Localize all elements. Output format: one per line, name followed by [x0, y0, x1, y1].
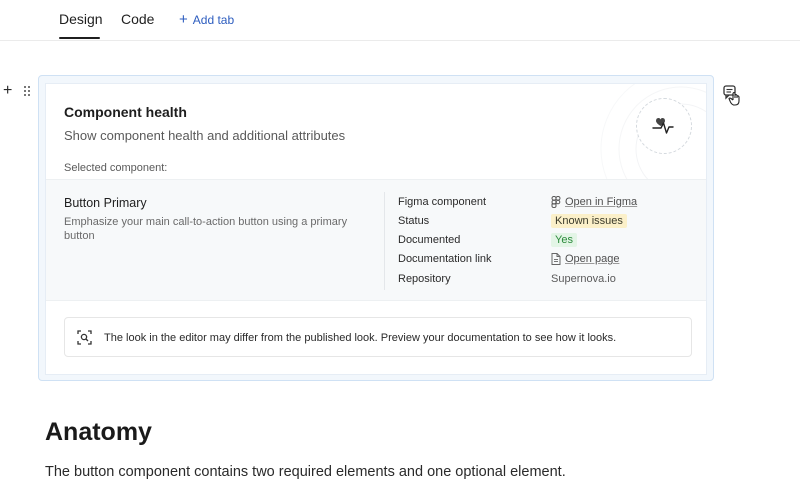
- component-name: Button Primary: [64, 196, 147, 210]
- attribute-key: Status: [398, 215, 430, 227]
- anatomy-heading: Anatomy: [45, 418, 152, 446]
- component-health-card[interactable]: Component health Show component health a…: [45, 83, 707, 375]
- plus-icon: +: [179, 11, 188, 28]
- attribute-row-status: Status Known issues: [398, 214, 698, 231]
- active-tab-indicator: [59, 37, 100, 39]
- attribute-row-doc-link: Documentation link Open page: [398, 253, 698, 269]
- component-description: Emphasize your main call-to-action butto…: [64, 216, 348, 242]
- add-block-icon[interactable]: +: [3, 83, 12, 99]
- attribute-row-documented: Documented Yes: [398, 233, 698, 250]
- open-page-link[interactable]: Open page: [565, 253, 619, 265]
- card-title: Component health: [64, 104, 187, 120]
- status-badge: Known issues: [551, 214, 627, 228]
- documented-badge: Yes: [551, 233, 577, 247]
- tab-bar: Design Code + Add tab: [0, 0, 800, 41]
- attribute-key: Documented: [398, 234, 461, 246]
- attribute-key: Repository: [398, 273, 451, 285]
- attribute-row-repository: Repository Supernova.io: [398, 273, 698, 289]
- add-tab-button[interactable]: + Add tab: [179, 11, 235, 28]
- repository-value: Supernova.io: [551, 273, 616, 285]
- details-divider: [384, 192, 385, 290]
- figma-icon: [551, 196, 561, 208]
- attribute-key: Documentation link: [398, 253, 492, 265]
- drag-handle-icon[interactable]: [24, 86, 32, 97]
- editor-notice: The look in the editor may differ from t…: [64, 317, 692, 357]
- comment-button[interactable]: [718, 82, 744, 108]
- card-subtitle: Show component health and additional att…: [64, 128, 346, 143]
- comment-icon: [723, 85, 740, 106]
- selected-component-label: Selected component:: [64, 162, 168, 174]
- pulse-heart-icon: [636, 98, 692, 154]
- preview-icon: [77, 330, 92, 345]
- open-in-figma-link[interactable]: Open in Figma: [565, 196, 637, 208]
- notice-text: The look in the editor may differ from t…: [104, 332, 617, 344]
- tab-code[interactable]: Code: [121, 11, 154, 27]
- attribute-row-figma: Figma component Open in Figma: [398, 196, 698, 212]
- tab-design[interactable]: Design: [59, 11, 103, 27]
- attribute-key: Figma component: [398, 196, 487, 208]
- anatomy-description: The button component contains two requir…: [45, 464, 566, 480]
- add-tab-label: Add tab: [192, 13, 235, 27]
- component-details: Button Primary Emphasize your main call-…: [46, 179, 706, 301]
- document-icon: [551, 253, 561, 265]
